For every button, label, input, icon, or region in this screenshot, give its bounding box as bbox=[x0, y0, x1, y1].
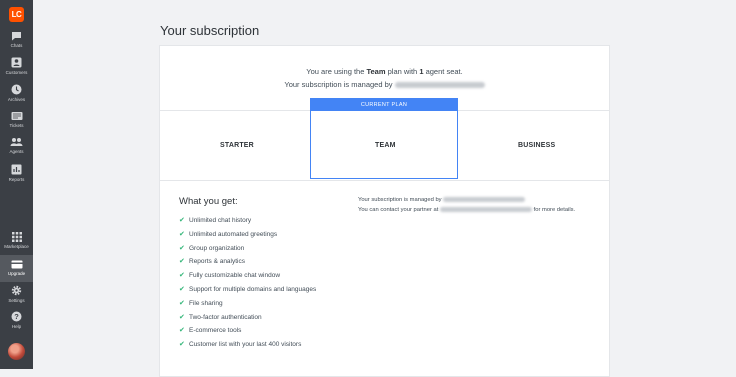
svg-text:?: ? bbox=[14, 312, 19, 321]
list-item: ✔ Group organization bbox=[179, 242, 316, 256]
plan-team: TEAM bbox=[375, 142, 396, 149]
sidebar-item-label: Marketplace bbox=[4, 244, 29, 249]
agents-icon bbox=[10, 138, 23, 146]
chat-icon bbox=[12, 32, 21, 41]
check-icon: ✔ bbox=[179, 313, 185, 321]
sidebar-item-label: Archives bbox=[7, 97, 26, 102]
check-icon: ✔ bbox=[179, 258, 185, 266]
sidebar-item-label: Reports bbox=[8, 177, 25, 182]
sidebar-item-archives[interactable]: Archives bbox=[0, 84, 33, 102]
list-item: ✔ E-commerce tools bbox=[179, 324, 316, 338]
check-icon: ✔ bbox=[179, 230, 185, 238]
upgrade-icon bbox=[11, 260, 22, 269]
partner-contact-text: You can contact your partner at for more… bbox=[358, 207, 576, 214]
subscription-card: You are using the Team plan with 1 agent… bbox=[159, 45, 610, 377]
plan-summary: You are using the Team plan with 1 agent… bbox=[306, 67, 463, 76]
sidebar-item-tickets[interactable]: Tickets bbox=[0, 111, 33, 128]
current-plan-badge: CURRENT PLAN bbox=[311, 99, 457, 111]
sidebar-item-chats[interactable]: Chats bbox=[0, 31, 33, 48]
tickets-icon bbox=[11, 112, 22, 120]
sidebar-item-label: Customers bbox=[5, 70, 28, 75]
settings-icon bbox=[11, 285, 22, 296]
sidebar-item-help[interactable]: ? Help bbox=[0, 311, 33, 329]
check-icon: ✔ bbox=[179, 327, 185, 335]
list-item: ✔ Two-factor authentication bbox=[179, 311, 316, 325]
customers-icon bbox=[11, 57, 22, 68]
divider bbox=[160, 180, 609, 181]
check-icon: ✔ bbox=[179, 299, 185, 307]
check-icon: ✔ bbox=[179, 341, 185, 349]
list-item: ✔ Support for multiple domains and langua… bbox=[179, 283, 316, 297]
sidebar: LC Chats Customers Archives Tickets Agen… bbox=[0, 0, 33, 369]
list-item: ✔ File sharing bbox=[179, 297, 316, 311]
check-icon: ✔ bbox=[179, 244, 185, 252]
page-title: Your subscription bbox=[160, 23, 260, 38]
sidebar-item-label: Help bbox=[11, 324, 22, 329]
sidebar-item-label: Chats bbox=[10, 43, 23, 48]
check-icon: ✔ bbox=[179, 285, 185, 293]
managed-by-summary: Your subscription is managed by bbox=[160, 80, 609, 89]
plan-business[interactable]: BUSINESS bbox=[518, 142, 555, 149]
list-item: ✔ Fully customizable chat window bbox=[179, 269, 316, 283]
sidebar-item-upgrade[interactable]: Upgrade bbox=[0, 255, 33, 282]
sidebar-item-label: Tickets bbox=[9, 123, 24, 128]
list-item: ✔ Reports & analytics bbox=[179, 255, 316, 269]
partner-name-redacted bbox=[394, 82, 485, 89]
sidebar-item-label: Agents bbox=[9, 149, 24, 154]
plan-starter[interactable]: STARTER bbox=[220, 142, 254, 149]
list-item: ✔ Unlimited automated greetings bbox=[179, 228, 316, 242]
check-icon: ✔ bbox=[179, 272, 185, 280]
sidebar-item-reports[interactable]: Reports bbox=[0, 164, 33, 182]
plan-team-current[interactable]: CURRENT PLAN bbox=[310, 98, 458, 179]
marketplace-icon bbox=[11, 232, 22, 242]
seat-count: 1 bbox=[419, 67, 424, 76]
sidebar-item-label: Upgrade bbox=[7, 271, 26, 276]
features-title: What you get: bbox=[179, 196, 238, 207]
reports-icon bbox=[11, 164, 22, 175]
avatar[interactable] bbox=[8, 343, 25, 360]
sidebar-item-marketplace[interactable]: Marketplace bbox=[0, 232, 33, 249]
partner-name-redacted bbox=[443, 197, 526, 202]
partner-email-redacted[interactable] bbox=[439, 207, 532, 212]
archives-icon bbox=[11, 84, 22, 95]
sidebar-item-label: Settings bbox=[8, 298, 25, 303]
sidebar-item-settings[interactable]: Settings bbox=[0, 285, 33, 303]
logo[interactable]: LC bbox=[9, 7, 24, 22]
help-icon: ? bbox=[11, 311, 22, 322]
plan-name-value: Team bbox=[366, 67, 386, 76]
list-item: ✔ Unlimited chat history bbox=[179, 214, 316, 228]
partner-managed-text: Your subscription is managed by bbox=[358, 197, 526, 203]
check-icon: ✔ bbox=[179, 217, 185, 224]
sidebar-item-customers[interactable]: Customers bbox=[0, 57, 33, 75]
features-list: ✔ Unlimited chat history ✔ Unlimited autom… bbox=[179, 214, 316, 352]
list-item: ✔ Customer list with your last 400 visito… bbox=[179, 338, 316, 352]
sidebar-item-agents[interactable]: Agents bbox=[0, 137, 33, 154]
